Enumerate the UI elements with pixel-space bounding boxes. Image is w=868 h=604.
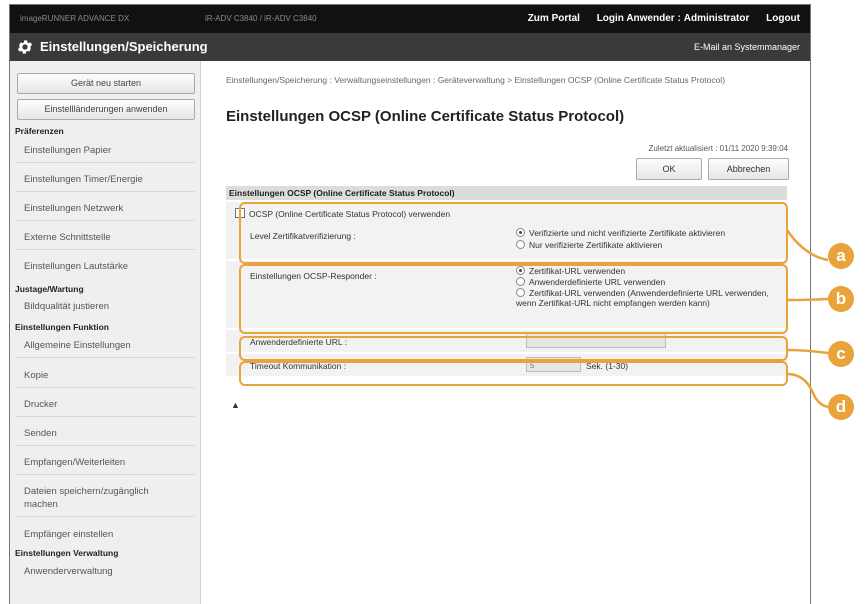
divider bbox=[15, 445, 195, 446]
callout-badge-b: b bbox=[828, 286, 854, 312]
section-header: Einstellungen OCSP (Online Certificate S… bbox=[226, 186, 787, 200]
sidebar-item-destinations[interactable]: Empfänger einstellen bbox=[24, 528, 113, 541]
sidebar-heading-preferences: Präferenzen bbox=[15, 126, 64, 136]
header-links: Zum Portal Login Anwender : Administrator… bbox=[514, 13, 800, 24]
sidebar-heading-functions: Einstellungen Funktion bbox=[15, 322, 109, 332]
logout-link[interactable]: Logout bbox=[766, 13, 800, 24]
gear-icon bbox=[17, 40, 33, 54]
sidebar-item-timer[interactable]: Einstellungen Timer/Energie bbox=[24, 173, 143, 186]
apply-changes-button[interactable]: Einstellländerungen anwenden bbox=[17, 99, 195, 120]
user-name: Administrator bbox=[683, 13, 750, 24]
callout-badge-d: d bbox=[828, 394, 854, 420]
browser-page: imageRUNNER ADVANCE DX iR-ADV C3840 / iR… bbox=[9, 4, 811, 604]
title-bar: Einstellungen/Speicherung E-Mail an Syst… bbox=[10, 33, 810, 61]
divider bbox=[15, 249, 195, 250]
app-title: Einstellungen/Speicherung bbox=[40, 39, 208, 54]
cancel-button[interactable]: Abbrechen bbox=[708, 158, 789, 180]
page-title: Einstellungen OCSP (Online Certificate S… bbox=[226, 108, 625, 125]
divider bbox=[15, 162, 195, 163]
sidebar: Gerät neu starten Einstellländerungen an… bbox=[10, 61, 201, 604]
top-header: imageRUNNER ADVANCE DX iR-ADV C3840 / iR… bbox=[10, 5, 810, 33]
sidebar-item-printer[interactable]: Drucker bbox=[24, 398, 57, 411]
mail-link[interactable]: E-Mail an Systemmanager bbox=[694, 42, 800, 52]
restart-button[interactable]: Gerät neu starten bbox=[17, 73, 195, 94]
sidebar-item-network[interactable]: Einstellungen Netzwerk bbox=[24, 202, 123, 215]
device-model: imageRUNNER ADVANCE DX bbox=[20, 14, 130, 23]
divider bbox=[15, 474, 195, 475]
sidebar-item-receive[interactable]: Empfangen/Weiterleiten bbox=[24, 456, 125, 469]
divider bbox=[15, 357, 195, 358]
ok-button[interactable]: OK bbox=[636, 158, 702, 180]
sidebar-item-external-interface[interactable]: Externe Schnittstelle bbox=[24, 231, 111, 244]
back-to-top-link[interactable]: ▲ bbox=[231, 400, 240, 410]
callout-box-a bbox=[239, 202, 788, 264]
divider bbox=[15, 220, 195, 221]
callout-box-d bbox=[239, 361, 788, 386]
last-updated: Zuletzt aktualisiert : 01/11 2020 9:39:0… bbox=[648, 144, 789, 153]
sidebar-item-image-quality[interactable]: Bildqualität justieren bbox=[24, 300, 109, 313]
sidebar-item-user-management[interactable]: Anwenderverwaltung bbox=[24, 565, 113, 578]
sidebar-item-send[interactable]: Senden bbox=[24, 427, 57, 440]
divider bbox=[15, 191, 195, 192]
device-name: iR-ADV C3840 / iR-ADV C3840 bbox=[205, 14, 317, 23]
callout-badge-a: a bbox=[828, 243, 854, 269]
breadcrumb: Einstellungen/Speicherung : Verwaltungse… bbox=[226, 75, 726, 85]
portal-link[interactable]: Zum Portal bbox=[528, 13, 580, 24]
divider bbox=[15, 416, 195, 417]
sidebar-item-store-files[interactable]: Dateien speichern/zugänglich machen bbox=[24, 485, 164, 511]
sidebar-item-paper[interactable]: Einstellungen Papier bbox=[24, 144, 111, 157]
sidebar-item-general[interactable]: Allgemeine Einstellungen bbox=[24, 339, 131, 352]
callout-box-b bbox=[239, 264, 788, 334]
divider bbox=[15, 387, 195, 388]
divider bbox=[15, 516, 195, 517]
callout-box-c bbox=[239, 336, 788, 361]
main-content: Einstellungen/Speicherung : Verwaltungse… bbox=[201, 61, 810, 604]
login-label: Login Anwender : bbox=[596, 13, 681, 24]
sidebar-item-volume[interactable]: Einstellungen Lautstärke bbox=[24, 260, 128, 273]
callout-badge-c: c bbox=[828, 341, 854, 367]
sidebar-item-copy[interactable]: Kopie bbox=[24, 369, 48, 382]
sidebar-heading-management: Einstellungen Verwaltung bbox=[15, 548, 119, 558]
sidebar-heading-maintenance: Justage/Wartung bbox=[15, 284, 84, 294]
